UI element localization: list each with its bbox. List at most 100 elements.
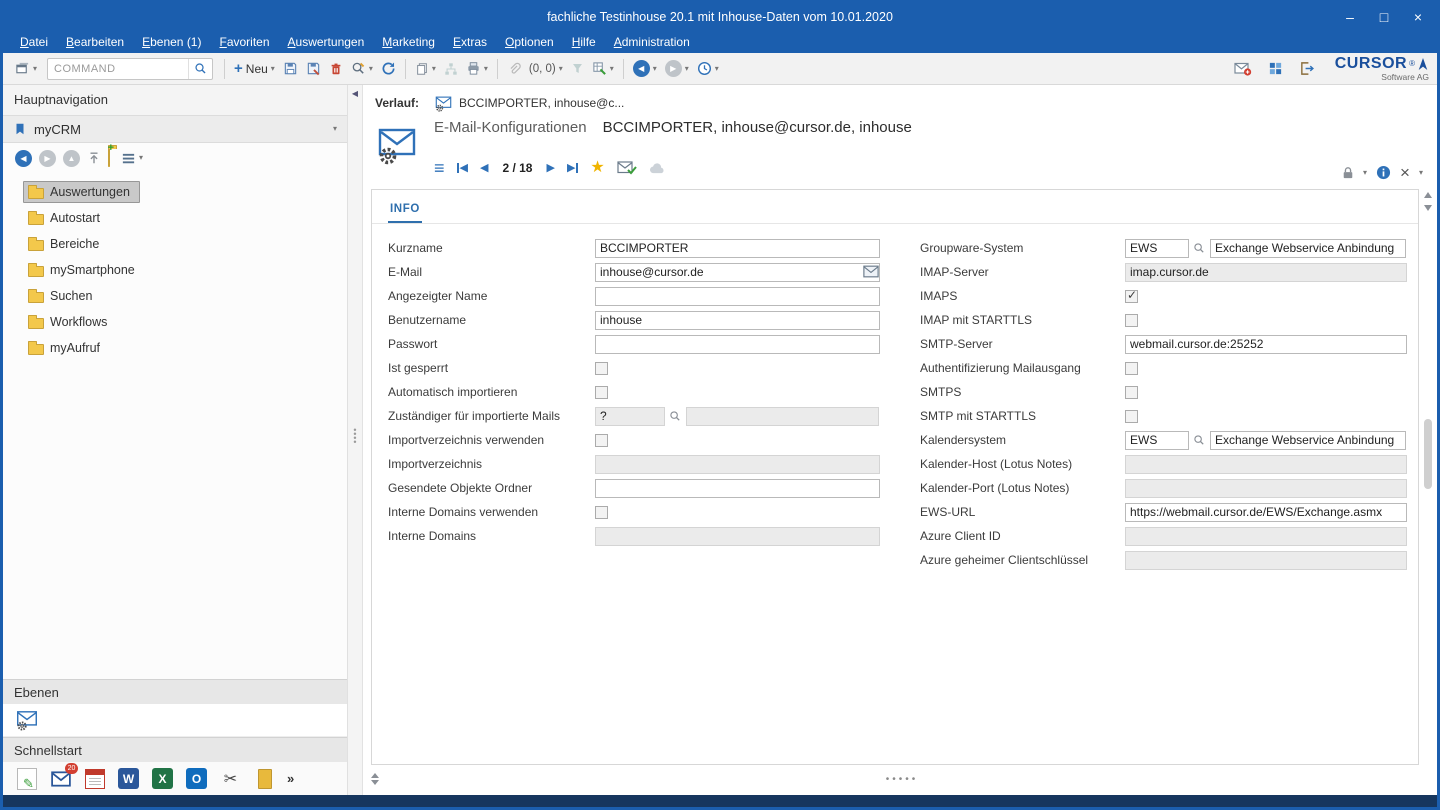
tree-item-myaufruf[interactable]: myAufruf [23,335,347,361]
back-button[interactable]: ◀ ▾ [629,57,661,80]
quick-note-button[interactable]: ✎ [15,767,38,790]
importverzeichnis-verwenden-checkbox[interactable] [595,434,608,447]
nav-forward-button[interactable]: ▶ [39,150,56,167]
menu-optionen[interactable]: Optionen [496,33,563,51]
scroll-down-icon[interactable] [1422,202,1434,214]
send-mail-check-icon[interactable] [617,160,637,176]
hierarchy-icon[interactable] [440,59,462,79]
maximize-button[interactable]: □ [1367,5,1401,29]
filter-icon[interactable] [567,59,588,78]
sidebar-splitter[interactable]: ◀ •••• [348,85,363,795]
search-icon[interactable] [188,59,212,79]
smtp-starttls-checkbox[interactable] [1125,410,1138,423]
scrollbar-thumb[interactable] [1424,419,1432,488]
neu-button[interactable]: + Neu ▾ [230,58,279,79]
scroll-up-icon[interactable] [1422,189,1434,201]
imap-starttls-checkbox[interactable] [1125,314,1138,327]
quick-cut-button[interactable]: ✂ [219,767,242,790]
first-record-button[interactable]: ◀ [457,163,468,174]
quick-folder-button[interactable] [253,767,276,790]
record-menu-icon[interactable]: ≡ [434,159,445,177]
dashboard-grid-icon[interactable] [1264,58,1287,79]
tree-item-bereiche[interactable]: Bereiche [23,231,347,257]
menu-marketing[interactable]: Marketing [373,33,444,51]
panel-collapse-icon[interactable] [371,780,379,785]
last-record-button[interactable]: ▶ [567,163,578,174]
groupware-system-code-input[interactable] [1125,239,1189,258]
copy-button[interactable]: ▾ [411,59,440,79]
list-menu-button[interactable]: ▾ [117,148,147,169]
interne-domains-verwenden-checkbox[interactable] [595,506,608,519]
menu-administration[interactable]: Administration [605,33,699,51]
panel-expand-icon[interactable] [371,773,379,778]
zustaendiger-code-input[interactable] [595,407,665,426]
minimize-button[interactable]: – [1333,5,1367,29]
tab-info[interactable]: INFO [388,203,422,223]
email-input[interactable] [595,263,880,282]
quick-calendar-button[interactable] [83,767,106,790]
tree-item-autostart[interactable]: Autostart [23,205,347,231]
menu-auswertungen[interactable]: Auswertungen [279,33,374,51]
horizontal-scrollbar[interactable]: ••••• [371,771,1419,787]
new-folder-button[interactable]: + [108,149,110,167]
lock-icon[interactable] [1342,166,1354,180]
edit-search-button[interactable]: ▾ [347,58,377,79]
chevron-down-icon[interactable]: ▾ [1363,169,1367,177]
favorite-star-icon[interactable]: ★ [590,160,604,176]
ebenen-section-header[interactable]: Ebenen [3,679,347,704]
quick-outlook-button[interactable]: O [185,767,208,790]
chevron-down-icon[interactable]: ▾ [1419,169,1423,177]
coordinates-button[interactable]: (0, 0) ▾ [525,60,567,78]
quick-overflow-button[interactable]: » [287,771,294,786]
auth-mailausgang-checkbox[interactable] [1125,362,1138,375]
history-item[interactable]: BCCIMPORTER, inhouse@c... [428,93,630,114]
mass-edit-button[interactable]: ▾ [588,58,618,79]
smtp-server-input[interactable] [1125,335,1407,354]
info-icon[interactable] [1376,165,1391,180]
lookup-search-icon[interactable] [1193,434,1205,446]
refresh-button[interactable] [377,58,400,79]
kalendersystem-code-input[interactable] [1125,431,1189,450]
kurzname-input[interactable] [595,239,880,258]
tree-item-workflows[interactable]: Workflows [23,309,347,335]
lookup-search-icon[interactable] [669,410,681,422]
ebenen-current-layer[interactable] [3,704,347,737]
benutzername-input[interactable] [595,311,880,330]
splitter-grip[interactable]: •••• [353,428,356,444]
nav-back-button[interactable]: ◀ [15,150,32,167]
menu-hilfe[interactable]: Hilfe [563,33,605,51]
print-button[interactable]: ▾ [462,58,492,79]
feedback-mail-icon[interactable] [1230,58,1256,80]
history-button[interactable]: ▾ [693,58,723,79]
save-and-edit-button[interactable] [302,58,325,79]
menu-datei[interactable]: Datei [11,33,57,51]
ist-gesperrt-checkbox[interactable] [595,362,608,375]
window-switcher-button[interactable]: ▾ [11,58,41,79]
schnellstart-section-header[interactable]: Schnellstart [3,737,347,762]
smtps-checkbox[interactable] [1125,386,1138,399]
ews-url-input[interactable] [1125,503,1407,522]
delete-button[interactable] [325,59,347,79]
attachment-icon[interactable] [503,59,525,79]
forward-button[interactable]: ▶ ▾ [661,57,693,80]
vertical-scrollbar[interactable] [1422,189,1434,765]
quick-word-button[interactable]: W [117,767,140,790]
collapse-sidebar-icon[interactable]: ◀ [352,85,358,98]
menu-extras[interactable]: Extras [444,33,496,51]
close-button[interactable]: × [1401,5,1435,29]
quick-excel-button[interactable]: X [151,767,174,790]
tree-item-mysmartphone[interactable]: mySmartphone [23,257,347,283]
send-email-icon[interactable] [863,265,879,278]
passwort-input[interactable] [595,335,880,354]
close-record-icon[interactable]: × [1400,164,1410,181]
menu-favoriten[interactable]: Favoriten [210,33,278,51]
go-to-top-icon[interactable] [87,151,101,165]
cloud-icon[interactable] [649,163,666,174]
tree-item-suchen[interactable]: Suchen [23,283,347,309]
logout-icon[interactable] [1295,58,1319,79]
workspace-selector[interactable]: myCRM ▾ [3,115,347,143]
quick-mail-button[interactable]: 20 [49,767,72,790]
tree-item-auswertungen[interactable]: Auswertungen [23,179,347,205]
save-button[interactable] [279,58,302,79]
angezeigter-name-input[interactable] [595,287,880,306]
